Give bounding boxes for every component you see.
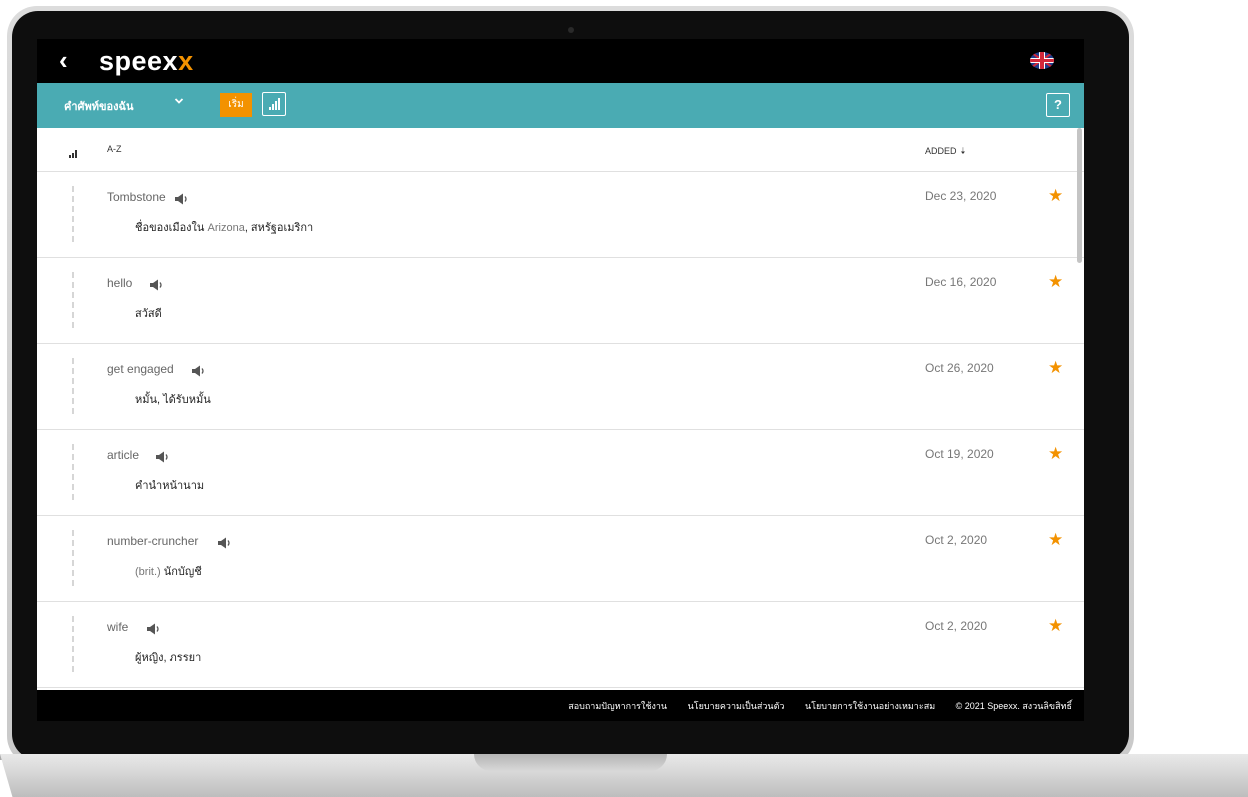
column-header: A-Z ADDED 🠣 <box>37 128 1084 172</box>
start-button[interactable]: เริ่ม <box>220 93 252 117</box>
added-date: Oct 2, 2020 <box>925 619 988 633</box>
added-date: Dec 16, 2020 <box>925 275 997 289</box>
arrow-down-icon: 🠣 <box>960 146 966 156</box>
webcam <box>568 27 574 33</box>
list-item: Tombstone ชื่อของเมืองใน Arizona, สหรัฐอ… <box>37 172 1084 258</box>
speaker-icon[interactable] <box>146 622 162 640</box>
translation-text: หมั้น, ได้รับหมั้น <box>135 394 211 406</box>
added-date: Oct 2, 2020 <box>925 533 988 547</box>
footer-link-privacy[interactable]: นโยบายความเป็นส่วนตัว <box>688 701 785 711</box>
translation-text: ชื่อของเมืองใน <box>135 222 208 234</box>
footer-copyright: © 2021 Speexx. สงวนลิขสิทธิ์ <box>955 701 1072 711</box>
word-term[interactable]: Tombstone <box>107 190 166 204</box>
signal-bars-icon <box>269 98 280 110</box>
speaker-icon[interactable] <box>149 278 165 296</box>
speaker-icon[interactable] <box>174 192 190 210</box>
star-icon[interactable]: ★ <box>1048 530 1063 550</box>
footer: สอบถามปัญหาการใช้งาน นโยบายความเป็นส่วนต… <box>37 690 1084 721</box>
logo-accent: x <box>178 46 194 76</box>
word-list: Tombstone ชื่อของเมืองใน Arizona, สหรัฐอ… <box>37 172 1084 688</box>
translation-text: นักบัญชี <box>163 566 202 578</box>
sort-az[interactable]: A-Z <box>107 144 122 154</box>
footer-link-support[interactable]: สอบถามปัญหาการใช้งาน <box>568 701 667 711</box>
star-icon[interactable]: ★ <box>1048 358 1063 378</box>
list-item: article คำนำหน้านาม Oct 19, 2020 ★ <box>37 430 1084 516</box>
row-divider <box>72 616 74 672</box>
translation-text: สวัสดี <box>135 308 162 320</box>
row-divider <box>72 186 74 242</box>
translation-text: , สหรัฐอเมริกา <box>244 222 314 234</box>
star-icon[interactable]: ★ <box>1048 444 1063 464</box>
added-date: Dec 23, 2020 <box>925 189 997 203</box>
star-icon[interactable]: ★ <box>1048 616 1063 636</box>
star-icon[interactable]: ★ <box>1048 272 1063 292</box>
logo-text: speex <box>99 46 179 76</box>
sort-added[interactable]: ADDED 🠣 <box>925 144 965 160</box>
speaker-icon[interactable] <box>217 536 233 554</box>
list-item: hello สวัสดี Dec 16, 2020 ★ <box>37 258 1084 344</box>
word-translation: คำนำหน้านาม <box>135 476 204 494</box>
level-filter-button[interactable] <box>262 92 286 116</box>
footer-links: สอบถามปัญหาการใช้งาน นโยบายความเป็นส่วนต… <box>550 699 1072 713</box>
footer-link-acceptable-use[interactable]: นโยบายการใช้งานอย่างเหมาะสม <box>805 701 935 711</box>
word-translation: ชื่อของเมืองใน Arizona, สหรัฐอเมริกา <box>135 218 313 236</box>
back-button[interactable]: ‹ <box>59 45 68 75</box>
row-divider <box>72 272 74 328</box>
top-bar: ‹ speexx <box>37 39 1084 83</box>
chevron-down-icon[interactable] <box>174 96 184 106</box>
word-translation: (brit.) นักบัญชี <box>135 562 202 580</box>
added-date: Oct 26, 2020 <box>925 361 994 375</box>
translation-text: ผู้หญิง, ภรรยา <box>135 652 202 664</box>
star-icon[interactable]: ★ <box>1048 186 1063 206</box>
level-sort-icon[interactable] <box>68 145 80 163</box>
row-divider <box>72 358 74 414</box>
word-term[interactable]: hello <box>107 276 132 290</box>
word-translation: สวัสดี <box>135 304 162 322</box>
sort-added-label: ADDED <box>925 146 957 156</box>
row-divider <box>72 530 74 586</box>
added-date: Oct 19, 2020 <box>925 447 994 461</box>
list-item: wife ผู้หญิง, ภรรยา Oct 2, 2020 ★ <box>37 602 1084 688</box>
row-divider <box>72 444 74 500</box>
toolbar: คำศัพท์ของฉัน เริ่ม ? <box>37 83 1084 128</box>
laptop-notch <box>474 754 667 771</box>
translation-text: คำนำหน้านาม <box>135 480 205 492</box>
scrollbar[interactable] <box>1076 128 1082 688</box>
speaker-icon[interactable] <box>191 364 207 382</box>
word-term[interactable]: article <box>107 448 139 462</box>
speaker-icon[interactable] <box>155 450 171 468</box>
app-screen: ‹ speexx คำศัพท์ของฉัน เริ่ม ? A-Z ADDED… <box>37 39 1084 721</box>
translation-muted: (brit.) <box>135 566 164 578</box>
dictionary-title: คำศัพท์ของฉัน <box>64 101 134 113</box>
list-item: number-cruncher (brit.) นักบัญชี Oct 2, … <box>37 516 1084 602</box>
word-term[interactable]: wife <box>107 620 128 634</box>
uk-flag-icon[interactable] <box>1030 52 1054 69</box>
help-button[interactable]: ? <box>1046 93 1070 117</box>
word-term[interactable]: get engaged <box>107 362 174 376</box>
speexx-logo: speexx <box>99 46 194 77</box>
translation-muted: Arizona <box>207 222 245 234</box>
word-translation: หมั้น, ได้รับหมั้น <box>135 390 211 408</box>
word-translation: ผู้หญิง, ภรรยา <box>135 648 201 666</box>
list-item: get engaged หมั้น, ได้รับหมั้น Oct 26, 2… <box>37 344 1084 430</box>
word-term[interactable]: number-cruncher <box>107 534 198 548</box>
scrollbar-thumb[interactable] <box>1077 128 1082 263</box>
